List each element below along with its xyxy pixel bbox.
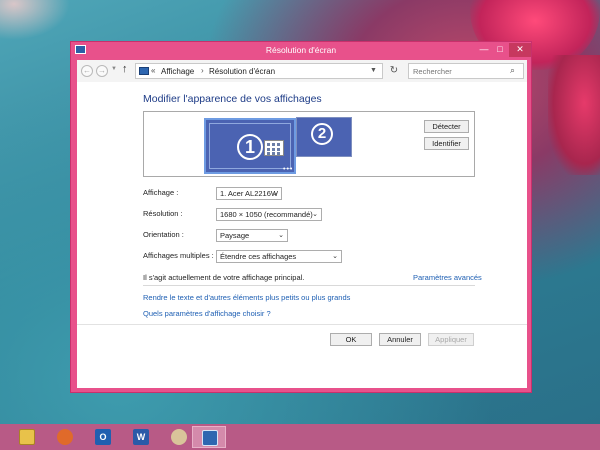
address-dropdown-chevron-icon[interactable]: ▼	[370, 67, 377, 74]
taskbar-item-word[interactable]: W	[124, 426, 158, 448]
taskbar-item-outlook[interactable]: O	[86, 426, 120, 448]
maximize-button[interactable]: □	[493, 43, 507, 57]
detect-button[interactable]: Détecter	[424, 120, 469, 133]
display-arrangement-panel: 1 ••• 2 Détecter Identifier	[143, 111, 475, 177]
cancel-button[interactable]: Annuler	[379, 333, 421, 346]
close-button[interactable]: ✕	[509, 43, 531, 57]
orientation-select-value: Paysage	[220, 231, 250, 240]
which-settings-link[interactable]: Quels paramètres d'affichage choisir ?	[143, 309, 271, 318]
taskbar: O W	[0, 424, 600, 450]
display-label: Affichage :	[143, 188, 179, 197]
breadcrumb-resolution[interactable]: Résolution d'écran	[209, 67, 275, 76]
word-icon: W	[133, 429, 149, 445]
recent-locations-chevron-icon[interactable]: ▼	[111, 66, 117, 72]
breadcrumb-affichage[interactable]: Affichage	[161, 67, 194, 76]
display-select[interactable]: 1. Acer AL2216W ⌄	[216, 187, 282, 200]
chevron-down-icon: ⌄	[312, 211, 318, 218]
orientation-label: Orientation :	[143, 230, 184, 239]
screen-resolution-window: Résolution d'écran — □ ✕ ← → ▼ ↑ « Affic…	[70, 41, 532, 393]
text-size-link[interactable]: Rendre le texte et d'autres éléments plu…	[143, 293, 350, 302]
multiple-displays-label: Affichages multiples :	[143, 251, 214, 260]
breadcrumb-separator[interactable]: ›	[201, 66, 204, 75]
refresh-icon[interactable]: ↻	[387, 64, 401, 78]
chevron-down-icon: ⌄	[272, 190, 278, 197]
multiple-displays-select[interactable]: Étendre ces affichages ⌄	[216, 250, 342, 263]
footer-divider	[77, 324, 527, 325]
search-input[interactable]	[413, 66, 503, 76]
monitor-2-number: 2	[311, 123, 333, 145]
primary-display-note: Il s'agit actuellement de votre affichag…	[143, 273, 305, 282]
divider	[143, 285, 475, 286]
wallpaper-flower-petal	[548, 55, 600, 175]
chevron-down-icon: ⌄	[278, 232, 284, 239]
title-bar[interactable]: Résolution d'écran — □ ✕	[71, 42, 531, 59]
resolution-select-value: 1680 × 1050 (recommandé)	[220, 210, 313, 219]
chevron-down-icon: ⌄	[332, 253, 338, 260]
up-arrow-icon[interactable]: ↑	[122, 63, 128, 75]
display-settings-icon	[202, 430, 218, 446]
search-icon[interactable]: ⌕	[510, 65, 515, 76]
monitor-1-number: 1	[237, 134, 263, 160]
paint-icon	[171, 429, 187, 445]
taskbar-grid-icon	[264, 140, 284, 156]
address-box[interactable]: « Affichage › Résolution d'écran ▼	[135, 63, 383, 79]
monitor-2[interactable]: 2	[296, 117, 352, 157]
advanced-settings-link[interactable]: Paramètres avancés	[413, 273, 482, 282]
taskbar-item-file-explorer[interactable]	[10, 426, 44, 448]
firefox-icon	[57, 429, 73, 445]
monitor-ellipsis-icon: •••	[283, 166, 294, 173]
display-select-value: 1. Acer AL2216W	[220, 189, 278, 198]
window-title: Résolution d'écran	[265, 45, 337, 55]
apply-button[interactable]: Appliquer	[428, 333, 474, 346]
taskbar-item-display-settings[interactable]	[192, 426, 226, 448]
resolution-select[interactable]: 1680 × 1050 (recommandé) ⌄	[216, 208, 322, 221]
page-title: Modifier l'apparence de vos affichages	[143, 93, 322, 105]
main-content: Modifier l'apparence de vos affichages 1…	[77, 82, 527, 388]
orientation-select[interactable]: Paysage ⌄	[216, 229, 288, 242]
file-explorer-icon	[19, 429, 35, 445]
search-box[interactable]: ⌕	[408, 63, 524, 79]
outlook-icon: O	[95, 429, 111, 445]
back-arrow-icon[interactable]: ←	[81, 65, 93, 77]
wallpaper-highlight	[0, 0, 70, 40]
ok-button[interactable]: OK	[330, 333, 372, 346]
control-panel-icon	[139, 67, 149, 75]
breadcrumb-overflow[interactable]: «	[151, 66, 155, 75]
navigation-bar: ← → ▼ ↑ « Affichage › Résolution d'écran…	[77, 60, 527, 82]
multiple-displays-select-value: Étendre ces affichages	[220, 252, 297, 261]
identify-button[interactable]: Identifier	[424, 137, 469, 150]
resolution-label: Résolution :	[143, 209, 183, 218]
taskbar-item-firefox[interactable]	[48, 426, 82, 448]
minimize-button[interactable]: —	[477, 43, 491, 57]
monitor-1[interactable]: 1 •••	[204, 118, 296, 174]
taskbar-item-paint[interactable]	[162, 426, 196, 448]
forward-arrow-icon[interactable]: →	[96, 65, 108, 77]
